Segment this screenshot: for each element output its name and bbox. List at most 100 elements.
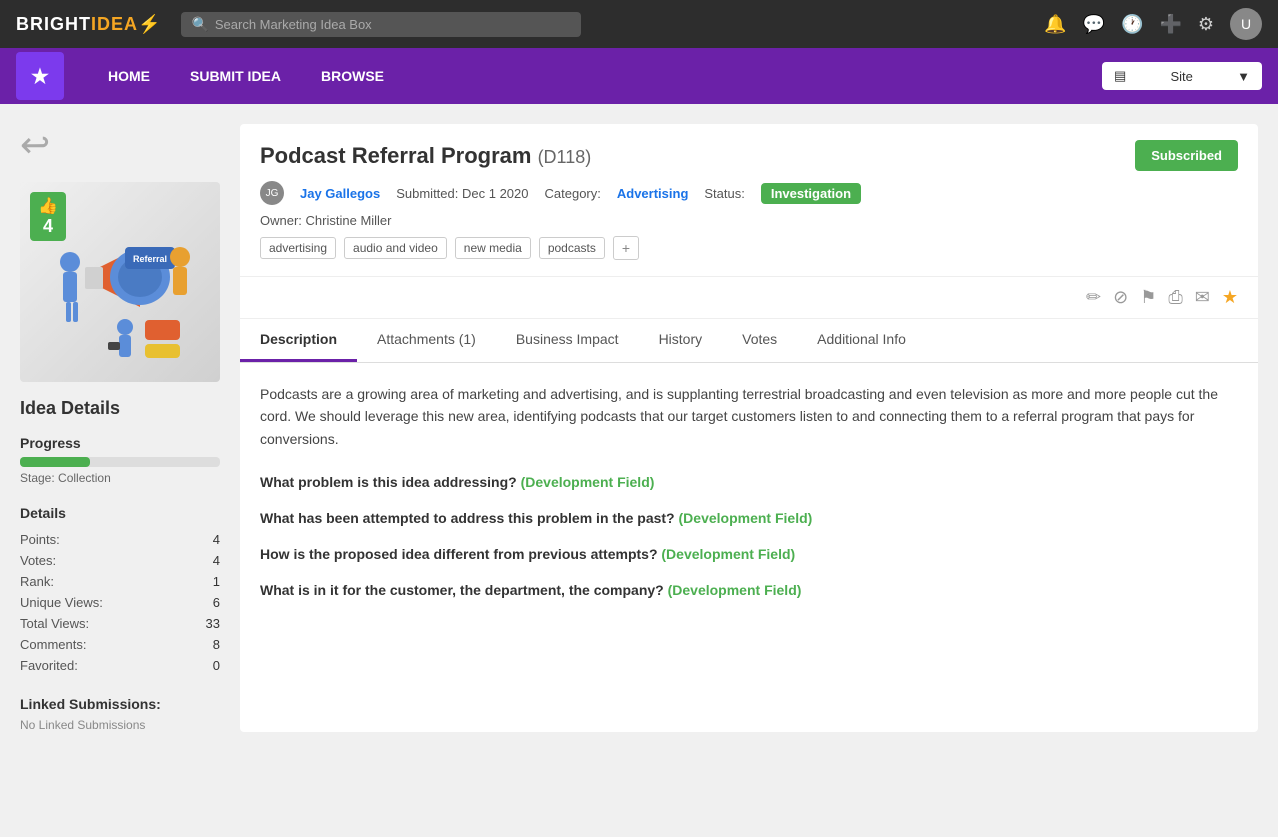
dev-question-4-field-label: (Development Field) <box>668 582 802 598</box>
author-link[interactable]: Jay Gallegos <box>300 186 380 201</box>
category-link[interactable]: Advertising <box>617 186 689 201</box>
nav-home[interactable]: HOME <box>88 48 170 104</box>
tag-advertising[interactable]: advertising <box>260 237 336 259</box>
notifications-icon[interactable]: 🔔 <box>1044 14 1066 35</box>
star-icon[interactable]: ★ <box>1222 287 1238 308</box>
no-linked-submissions: No Linked Submissions <box>20 718 220 732</box>
dev-question-3-field-label: (Development Field) <box>661 546 795 562</box>
dev-question-3-text: How is the proposed idea different from … <box>260 546 661 562</box>
idea-content-area: Podcast Referral Program (D118) Subscrib… <box>240 124 1258 732</box>
user-avatar[interactable]: U <box>1230 8 1262 40</box>
submitted-label: Submitted: Dec 1 2020 <box>396 186 528 201</box>
messages-icon[interactable]: 💬 <box>1083 14 1105 35</box>
idea-header: Podcast Referral Program (D118) Subscrib… <box>240 124 1258 277</box>
dev-question-2: What has been attempted to address this … <box>260 510 1238 526</box>
dev-question-3: How is the proposed idea different from … <box>260 546 1238 562</box>
idea-details-heading: Idea Details <box>20 398 220 419</box>
search-input[interactable] <box>215 17 572 32</box>
tag-new-media[interactable]: new media <box>455 237 531 259</box>
author-avatar: JG <box>260 181 284 205</box>
detail-votes-value: 4 <box>213 553 220 568</box>
idea-tabs: Description Attachments (1) Business Imp… <box>240 319 1258 363</box>
idea-title-row: Podcast Referral Program (D118) Subscrib… <box>260 140 1238 171</box>
site-selector[interactable]: ▤ Site ▼ <box>1102 62 1262 90</box>
detail-rank-label: Rank: <box>20 574 54 589</box>
detail-comments-value: 8 <box>213 637 220 652</box>
site-selector-icon: ▤ <box>1114 68 1126 84</box>
detail-votes-label: Votes: <box>20 553 56 568</box>
idea-image: Referral 👍 4 <box>20 182 220 382</box>
progress-stage: Stage: Collection <box>20 471 220 485</box>
detail-comments: Comments: 8 <box>20 634 220 655</box>
tab-content-description: Podcasts are a growing area of marketing… <box>240 363 1258 638</box>
add-icon[interactable]: ➕ <box>1159 14 1181 35</box>
dev-question-1: What problem is this idea addressing? (D… <box>260 474 1238 490</box>
dev-question-2-field-label: (Development Field) <box>679 510 813 526</box>
nav-browse[interactable]: BROWSE <box>301 48 404 104</box>
svg-text:Referral: Referral <box>133 254 167 264</box>
tab-business-impact[interactable]: Business Impact <box>496 319 639 362</box>
idea-id: (D118) <box>538 147 592 167</box>
subscribed-button[interactable]: Subscribed <box>1135 140 1238 171</box>
action-icons-bar: ✏ ⊘ ⚑ ⎙ ✉ ★ <box>240 277 1258 319</box>
tag-audio-video[interactable]: audio and video <box>344 237 447 259</box>
search-icon: 🔍 <box>191 16 208 33</box>
progress-section: Progress Stage: Collection <box>20 435 220 485</box>
print-icon[interactable]: ⎙ <box>1168 287 1182 308</box>
linked-submissions-section: Linked Submissions: No Linked Submission… <box>20 696 220 732</box>
detail-unique-views-label: Unique Views: <box>20 595 103 610</box>
status-label-text: Status: <box>704 186 744 201</box>
nav-submit-idea[interactable]: SUBMIT IDEA <box>170 48 301 104</box>
dev-question-2-text: What has been attempted to address this … <box>260 510 679 526</box>
owner-name: Christine Miller <box>306 213 392 228</box>
site-logo-icon: ★ <box>31 64 49 89</box>
edit-icon[interactable]: ✏ <box>1086 287 1101 308</box>
detail-votes: Votes: 4 <box>20 550 220 571</box>
add-tag-button[interactable]: + <box>613 236 639 260</box>
top-navigation-bar: BRIGHTIDEA⚡ 🔍 🔔 💬 🕐 ➕ ⚙ U <box>0 0 1278 48</box>
details-heading: Details <box>20 505 220 521</box>
linked-submissions-heading: Linked Submissions: <box>20 696 220 712</box>
clock-icon[interactable]: 🕐 <box>1121 14 1143 35</box>
tab-history[interactable]: History <box>639 319 723 362</box>
vote-badge: 👍 4 <box>30 192 66 241</box>
email-icon[interactable]: ✉ <box>1195 287 1210 308</box>
detail-favorited-label: Favorited: <box>20 658 78 673</box>
tab-additional-info[interactable]: Additional Info <box>797 319 926 362</box>
idea-meta: JG Jay Gallegos Submitted: Dec 1 2020 Ca… <box>260 181 1238 205</box>
site-selector-arrow: ▼ <box>1237 69 1250 84</box>
vote-thumb-icon: 👍 <box>38 196 58 216</box>
description-text: Podcasts are a growing area of marketing… <box>260 383 1238 450</box>
top-bar-icons: 🔔 💬 🕐 ➕ ⚙ U <box>1044 8 1262 40</box>
detail-rank: Rank: 1 <box>20 571 220 592</box>
category-label-text: Category: <box>545 186 601 201</box>
details-section: Details Points: 4 Votes: 4 Rank: 1 Uniqu… <box>20 505 220 676</box>
detail-total-views-value: 33 <box>206 616 220 631</box>
tags-row: advertising audio and video new media po… <box>260 236 1238 260</box>
tab-description[interactable]: Description <box>240 319 357 362</box>
detail-favorited: Favorited: 0 <box>20 655 220 676</box>
detail-points-value: 4 <box>213 532 220 547</box>
detail-total-views-label: Total Views: <box>20 616 89 631</box>
idea-title-text: Podcast Referral Program <box>260 143 531 168</box>
progress-bar-background <box>20 457 220 467</box>
detail-unique-views-value: 6 <box>213 595 220 610</box>
flag-icon[interactable]: ⚑ <box>1140 287 1156 308</box>
dev-question-1-field-label: (Development Field) <box>521 474 655 490</box>
back-button[interactable]: ↩ <box>20 124 220 166</box>
settings-icon[interactable]: ⚙ <box>1198 14 1214 35</box>
purple-navigation: ★ HOME SUBMIT IDEA BROWSE ▤ Site ▼ <box>0 48 1278 104</box>
search-bar-container[interactable]: 🔍 <box>181 12 581 37</box>
dev-question-1-text: What problem is this idea addressing? <box>260 474 521 490</box>
detail-points: Points: 4 <box>20 529 220 550</box>
tag-podcasts[interactable]: podcasts <box>539 237 605 259</box>
detail-points-label: Points: <box>20 532 60 547</box>
unlink-icon[interactable]: ⊘ <box>1113 287 1128 308</box>
site-logo: ★ <box>16 52 64 100</box>
detail-unique-views: Unique Views: 6 <box>20 592 220 613</box>
tab-attachments[interactable]: Attachments (1) <box>357 319 496 362</box>
app-logo: BRIGHTIDEA⚡ <box>16 14 161 35</box>
tab-votes[interactable]: Votes <box>722 319 797 362</box>
main-content: ↩ Referra <box>0 104 1278 752</box>
progress-label: Progress <box>20 435 220 451</box>
